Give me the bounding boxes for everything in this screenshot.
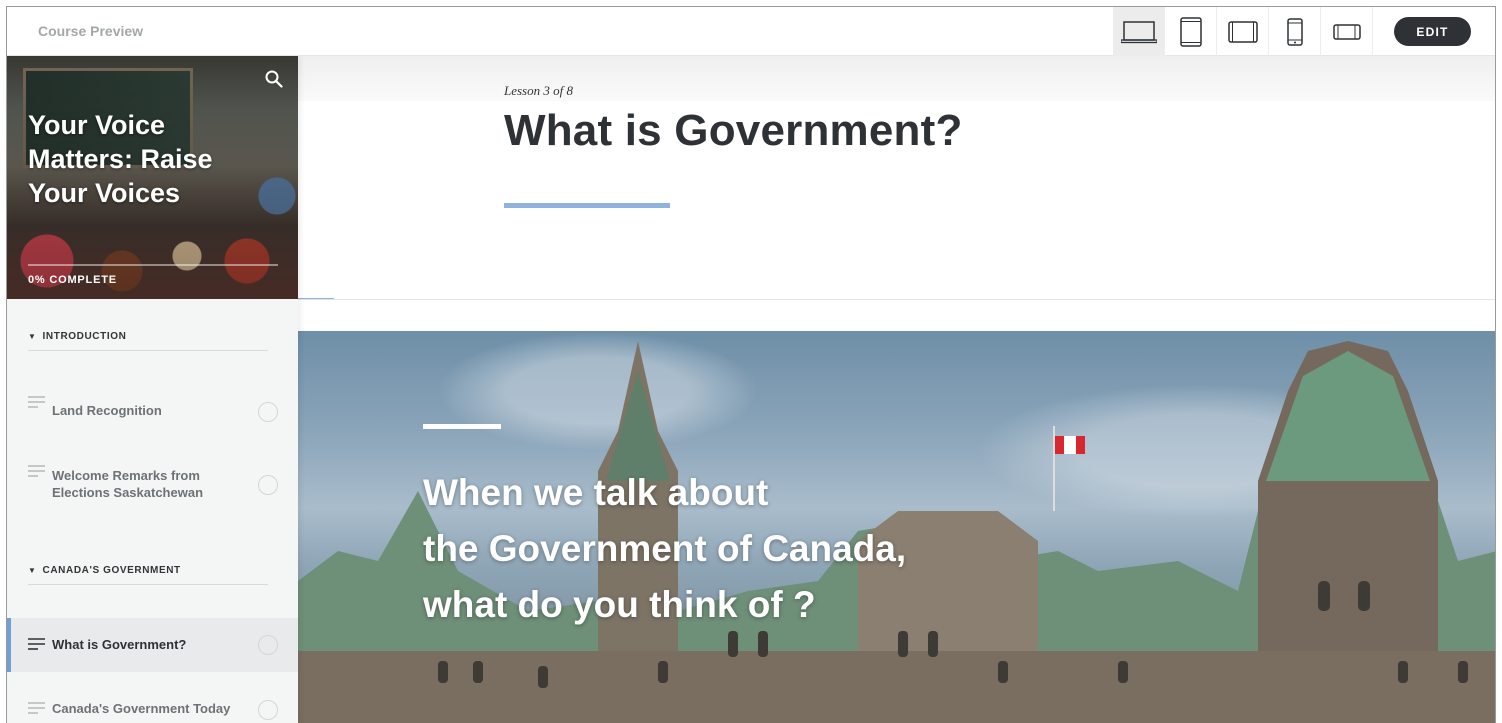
section-title: INTRODUCTION: [42, 331, 127, 342]
lesson-name: Land Recognition: [52, 403, 162, 418]
top-bar: Course Preview EDIT: [7, 7, 1495, 56]
content-divider: [298, 299, 1495, 300]
lesson-item-what-is-government[interactable]: What is Government?: [7, 618, 298, 672]
device-switcher: [1113, 7, 1373, 56]
lesson-item-welcome-remarks[interactable]: Welcome Remarks from Elections Saskatche…: [7, 451, 298, 500]
course-sidebar: Your Voice Matters: Raise Your Voices 0%…: [7, 56, 298, 723]
lesson-quote: When we talk about the Government of Can…: [423, 465, 983, 633]
lesson-name: What is Government?: [52, 637, 187, 652]
lesson-status-circle-icon: [258, 700, 278, 720]
quote-line: the Government of Canada,: [423, 528, 907, 569]
lesson-status-circle-icon: [258, 635, 278, 655]
section-header-introduction[interactable]: ▼ INTRODUCTION: [28, 323, 268, 351]
section-title: CANADA'S GOVERNMENT: [42, 565, 181, 576]
quote-line: When we talk about: [423, 472, 769, 513]
search-icon[interactable]: [265, 70, 283, 88]
lesson-lines-icon: [28, 638, 45, 650]
tablet-landscape-icon: [1227, 20, 1258, 43]
tablet-portrait-view-button[interactable]: [1165, 7, 1217, 56]
preview-frame: Course Preview EDIT Your Voice Matters: …: [6, 6, 1496, 723]
lesson-item-canadas-government-today[interactable]: Canada's Government Today: [7, 686, 298, 723]
active-lesson-indicator: [7, 618, 11, 672]
lesson-counter: Lesson 3 of 8: [504, 83, 573, 98]
section-header-canadas-government[interactable]: ▼ CANADA'S GOVERNMENT: [28, 557, 268, 585]
course-title: Your Voice Matters: Raise Your Voices: [28, 110, 213, 208]
lesson-name: Welcome Remarks from Elections Saskatche…: [52, 468, 204, 500]
lesson-name: Canada's Government Today: [52, 701, 231, 716]
lesson-lines-icon: [28, 465, 45, 477]
lesson-lines-icon: [28, 702, 45, 714]
caret-down-icon: ▼: [28, 566, 37, 575]
lesson-lines-icon: [28, 396, 45, 408]
laptop-view-button[interactable]: [1113, 7, 1165, 56]
phone-landscape-icon: [1332, 23, 1361, 40]
quote-accent-bar: [423, 424, 501, 429]
title-underline: [504, 203, 670, 208]
phone-landscape-view-button[interactable]: [1321, 7, 1373, 56]
lesson-status-circle-icon: [258, 475, 278, 495]
caret-down-icon: ▼: [28, 332, 37, 341]
phone-portrait-icon: [1286, 17, 1303, 46]
laptop-icon: [1120, 20, 1157, 43]
tablet-portrait-icon: [1179, 16, 1202, 47]
lesson-status-circle-icon: [258, 402, 278, 422]
lesson-content: Lesson 3 of 8 What is Government? When w…: [298, 56, 1495, 723]
lesson-title: What is Government?: [504, 106, 963, 155]
progress-label: 0% COMPLETE: [28, 274, 117, 286]
progress-bar: [28, 264, 278, 266]
tablet-landscape-view-button[interactable]: [1217, 7, 1269, 56]
lesson-item-land-recognition[interactable]: Land Recognition: [7, 386, 298, 426]
edit-button[interactable]: EDIT: [1394, 17, 1471, 46]
course-preview-label: Course Preview: [38, 23, 144, 39]
quote-line: what do you think of ?: [423, 584, 816, 625]
parliament-photo: When we talk about the Government of Can…: [298, 331, 1495, 723]
phone-portrait-view-button[interactable]: [1269, 7, 1321, 56]
course-hero-image: Your Voice Matters: Raise Your Voices 0%…: [7, 56, 298, 299]
